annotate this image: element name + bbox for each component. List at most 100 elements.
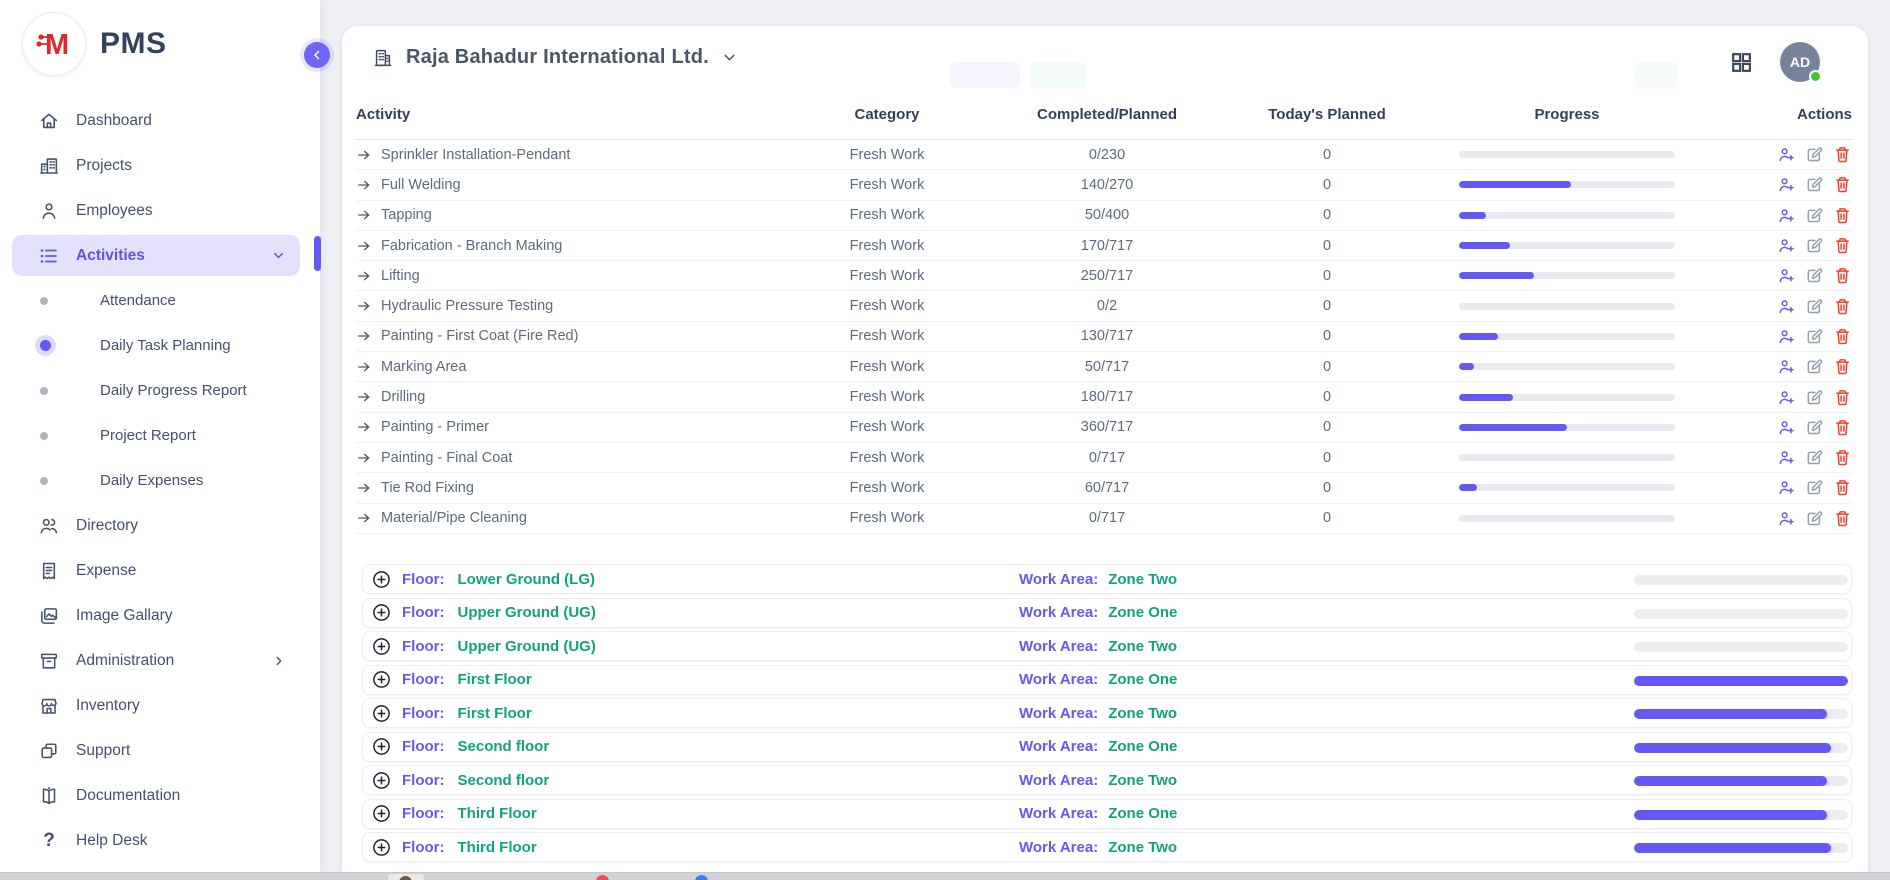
todays-planned-value: 0	[1202, 298, 1452, 314]
todays-planned-value: 0	[1202, 450, 1452, 466]
expand-plus-button[interactable]	[371, 602, 392, 623]
activity-category: Fresh Work	[762, 450, 1012, 466]
delete-button[interactable]	[1833, 448, 1852, 467]
delete-button[interactable]	[1833, 206, 1852, 225]
sidebar-subitem-daily-task-planning[interactable]: Daily Task Planning	[0, 323, 320, 368]
delete-button[interactable]	[1833, 327, 1852, 346]
expand-plus-button[interactable]	[371, 636, 392, 657]
sidebar-item-help-desk[interactable]: ? Help Desk	[0, 818, 320, 863]
todays-planned-value: 0	[1202, 147, 1452, 163]
assign-user-button[interactable]	[1777, 357, 1796, 376]
expand-plus-button[interactable]	[371, 669, 392, 690]
col-header-activity: Activity	[356, 106, 762, 123]
edit-button[interactable]	[1805, 448, 1824, 467]
delete-button[interactable]	[1833, 175, 1852, 194]
subitem-label: Daily Expenses	[100, 472, 203, 489]
assign-user-button[interactable]	[1777, 478, 1796, 497]
delete-button[interactable]	[1833, 478, 1852, 497]
floor-value: Third Floor	[458, 839, 537, 856]
sidebar-subitem-attendance[interactable]: Attendance	[0, 278, 320, 323]
floor-progress-bar	[1634, 642, 1848, 652]
assign-user-button[interactable]	[1777, 145, 1796, 164]
sidebar-item-image-gallary[interactable]: Image Gallary	[0, 593, 320, 638]
assign-user-button[interactable]	[1777, 418, 1796, 437]
sidebar-item-documentation[interactable]: Documentation	[0, 773, 320, 818]
sidebar-item-employees[interactable]: Employees	[0, 188, 320, 233]
delete-button[interactable]	[1833, 509, 1852, 528]
assign-user-button[interactable]	[1777, 297, 1796, 316]
taskbar-red-icon[interactable]	[596, 875, 609, 880]
completed-planned-value: 50/717	[1012, 359, 1202, 375]
floor-label: Floor:	[402, 638, 445, 655]
edit-button[interactable]	[1805, 175, 1824, 194]
assign-user-button[interactable]	[1777, 448, 1796, 467]
work-area-value: Zone Two	[1108, 839, 1177, 856]
expand-plus-button[interactable]	[371, 569, 392, 590]
assign-user-button[interactable]	[1777, 206, 1796, 225]
expand-plus-button[interactable]	[371, 736, 392, 757]
edit-button[interactable]	[1805, 418, 1824, 437]
todays-planned-value: 0	[1202, 207, 1452, 223]
col-header-progress: Progress	[1452, 106, 1682, 123]
table-row: Sprinkler Installation-Pendant Fresh Wor…	[356, 140, 1852, 170]
online-status-dot	[1809, 70, 1822, 83]
delete-button[interactable]	[1833, 388, 1852, 407]
assign-user-button[interactable]	[1777, 266, 1796, 285]
progress-bar-fill	[1459, 394, 1513, 401]
work-area-label: Work Area:	[1019, 604, 1098, 621]
sidebar-item-dashboard[interactable]: Dashboard	[0, 98, 320, 143]
sidebar-subitem-daily-expenses[interactable]: Daily Expenses	[0, 458, 320, 503]
chevron-down-icon	[271, 248, 286, 263]
header-actions: AD	[1729, 42, 1820, 82]
company-selector[interactable]: Raja Bahadur International Ltd.	[372, 46, 738, 69]
delete-button[interactable]	[1833, 266, 1852, 285]
delete-button[interactable]	[1833, 357, 1852, 376]
delete-button[interactable]	[1833, 145, 1852, 164]
expand-plus-button[interactable]	[371, 703, 392, 724]
assign-user-button[interactable]	[1777, 236, 1796, 255]
sidebar-subitem-daily-progress-report[interactable]: Daily Progress Report	[0, 368, 320, 413]
expand-plus-button[interactable]	[371, 770, 392, 791]
expand-plus-button[interactable]	[371, 837, 392, 858]
sidebar-item-administration[interactable]: Administration	[0, 638, 320, 683]
taskbar-blue-icon[interactable]	[695, 875, 708, 880]
sidebar-item-label: Activities	[76, 247, 145, 265]
taskbar-photo-icon[interactable]	[388, 874, 424, 880]
delete-button[interactable]	[1833, 418, 1852, 437]
edit-button[interactable]	[1805, 388, 1824, 407]
edit-button[interactable]	[1805, 509, 1824, 528]
assign-user-button[interactable]	[1777, 327, 1796, 346]
assign-user-button[interactable]	[1777, 388, 1796, 407]
sidebar-item-support[interactable]: Support	[0, 728, 320, 773]
grid-apps-icon[interactable]	[1729, 50, 1754, 75]
assign-user-button[interactable]	[1777, 175, 1796, 194]
edit-button[interactable]	[1805, 206, 1824, 225]
sidebar-item-label: Projects	[76, 157, 132, 175]
activity-category: Fresh Work	[762, 389, 1012, 405]
col-header-todays-planned: Today's Planned	[1202, 106, 1452, 123]
edit-button[interactable]	[1805, 236, 1824, 255]
assign-user-button[interactable]	[1777, 509, 1796, 528]
edit-button[interactable]	[1805, 327, 1824, 346]
sidebar-item-expense[interactable]: Expense	[0, 548, 320, 593]
sidebar-item-inventory[interactable]: Inventory	[0, 683, 320, 728]
completed-planned-value: 0/230	[1012, 147, 1202, 163]
completed-planned-value: 250/717	[1012, 268, 1202, 284]
avatar[interactable]: AD	[1780, 42, 1820, 82]
edit-button[interactable]	[1805, 266, 1824, 285]
delete-button[interactable]	[1833, 297, 1852, 316]
sidebar-item-directory[interactable]: Directory	[0, 503, 320, 548]
floor-progress-bar	[1634, 843, 1848, 853]
delete-button[interactable]	[1833, 236, 1852, 255]
edit-button[interactable]	[1805, 357, 1824, 376]
sidebar-item-activities[interactable]: Activities	[12, 235, 300, 276]
edit-button[interactable]	[1805, 145, 1824, 164]
expand-plus-button[interactable]	[371, 803, 392, 824]
svg-text:M: M	[45, 29, 69, 61]
scrolled-chip	[950, 62, 1020, 88]
sidebar-subitem-project-report[interactable]: Project Report	[0, 413, 320, 458]
sidebar-collapse-button[interactable]	[304, 42, 330, 68]
edit-button[interactable]	[1805, 297, 1824, 316]
sidebar-item-projects[interactable]: Projects	[0, 143, 320, 188]
edit-button[interactable]	[1805, 478, 1824, 497]
